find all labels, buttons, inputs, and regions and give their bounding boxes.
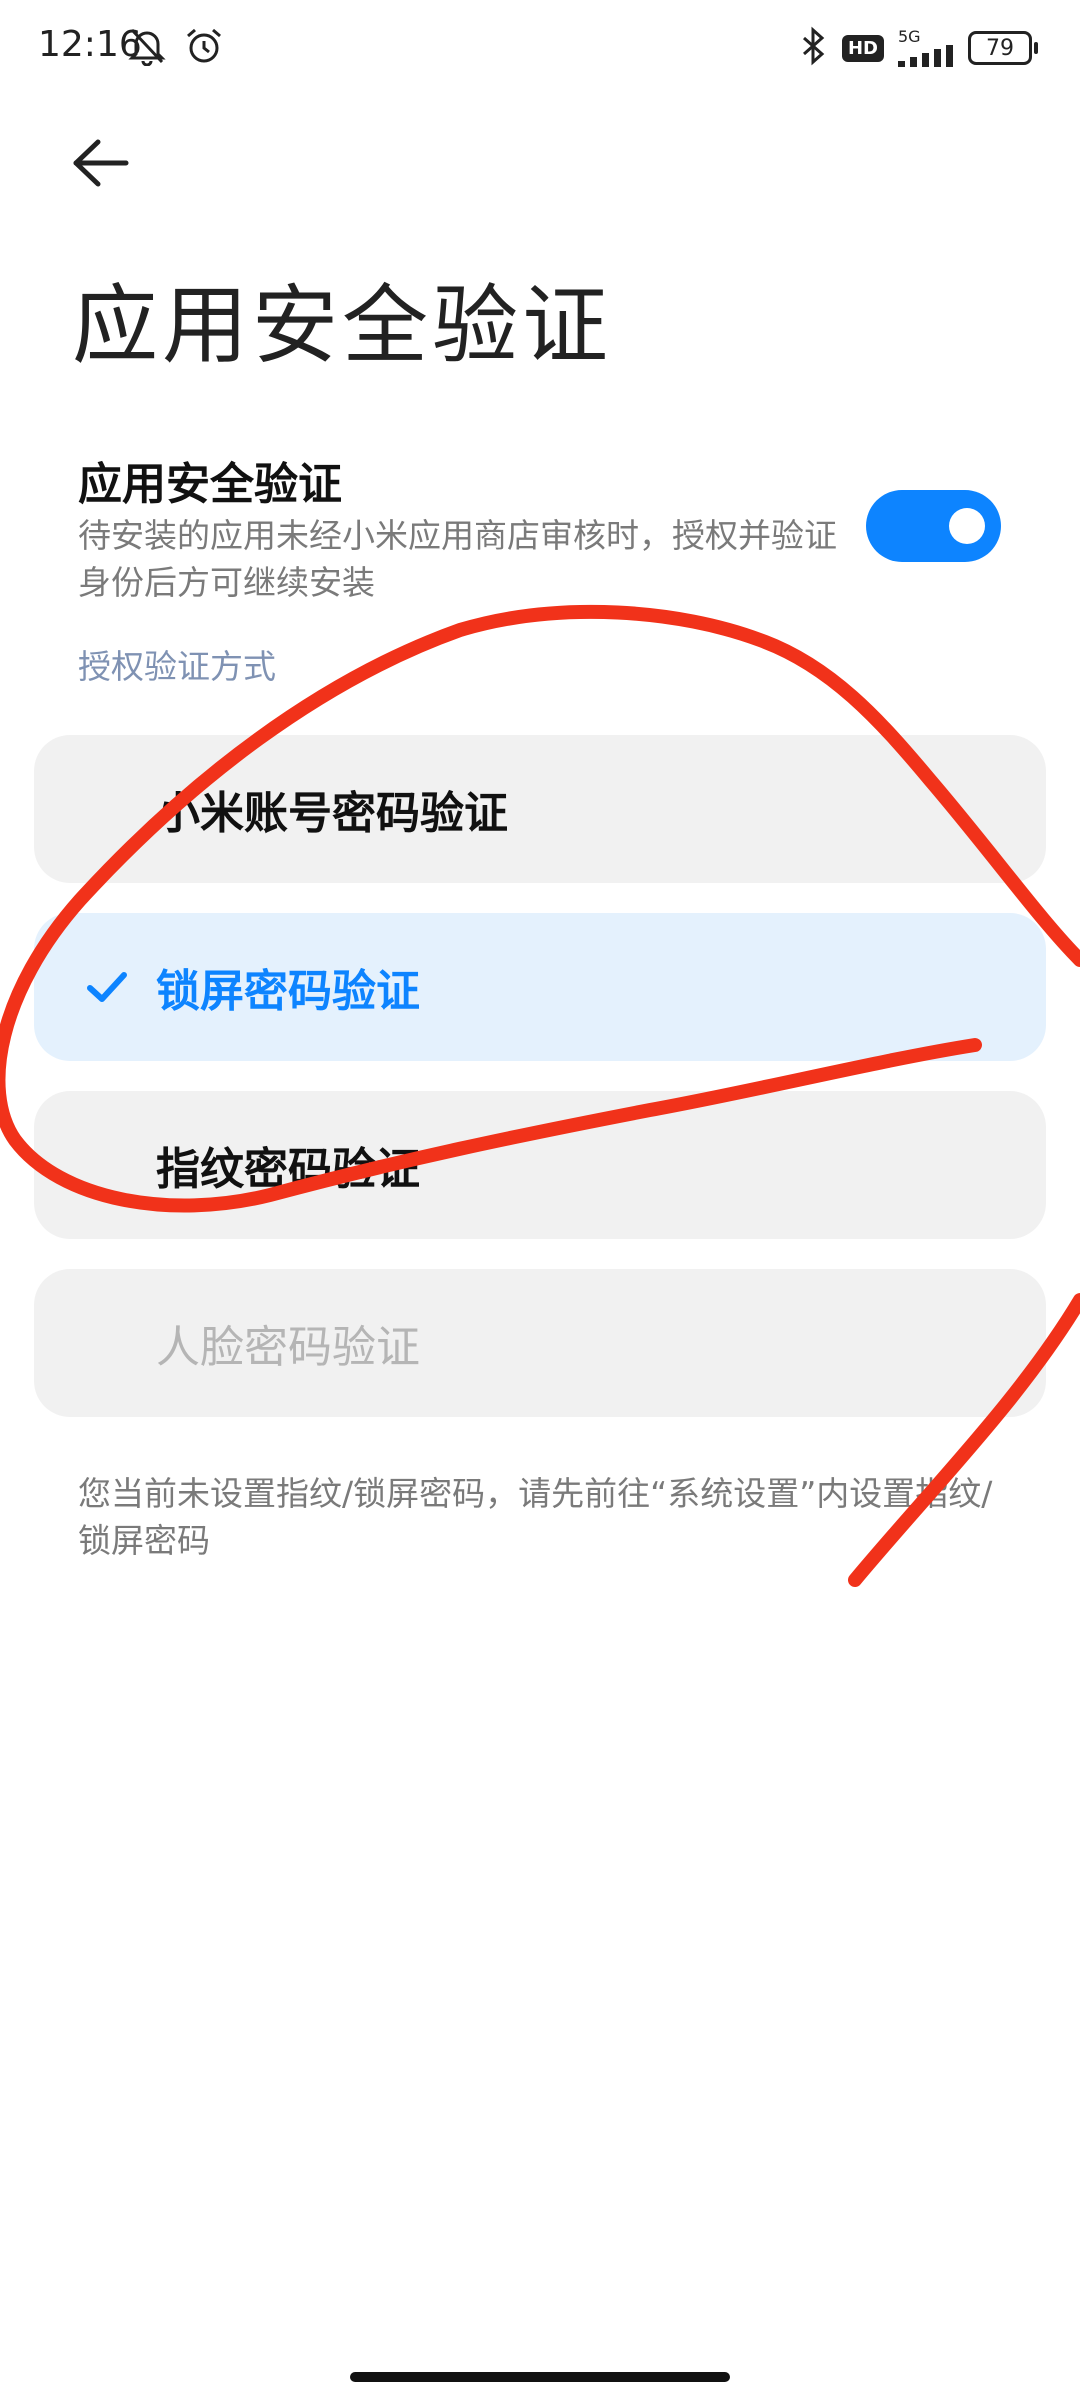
arrow-left-icon [73,139,129,187]
setting-title: 应用安全验证 [78,459,342,510]
option-fingerprint-password[interactable]: 指纹密码验证 [34,1091,1046,1239]
option-label: 人脸密码验证 [156,1322,420,1373]
option-mi-account-password[interactable]: 小米账号密码验证 [34,735,1046,883]
back-button[interactable] [70,138,140,194]
option-label: 小米账号密码验证 [156,788,508,839]
option-lock-screen-password[interactable]: 锁屏密码验证 [34,913,1046,1061]
app-security-toggle[interactable] [866,490,1001,562]
battery-icon: 79 [968,31,1038,65]
section-label: 授权验证方式 [78,647,276,686]
home-indicator[interactable] [350,2372,730,2382]
option-label: 锁屏密码验证 [156,966,420,1017]
alarm-icon [184,26,224,70]
page-title: 应用安全验证 [72,276,612,376]
toggle-knob [949,508,985,544]
bell-off-icon [128,26,166,70]
hd-icon: HD [841,34,884,62]
bluetooth-icon [798,26,828,70]
status-bar: 12:16 HD 5G 79 [0,0,1080,100]
status-time: 12:16 [38,24,142,65]
signal-icon: 5G [898,29,954,67]
network-label: 5G [898,27,921,46]
option-label: 指纹密码验证 [156,1144,420,1195]
option-face-password[interactable]: 人脸密码验证 [34,1269,1046,1417]
setup-note: 您当前未设置指纹/锁屏密码，请先前往“系统设置”内设置指纹/锁屏密码 [78,1474,993,1560]
check-icon [87,972,127,1002]
setting-description: 待安装的应用未经小米应用商店审核时，授权并验证身份后方可继续安装 [78,516,837,602]
battery-level: 79 [986,35,1014,61]
